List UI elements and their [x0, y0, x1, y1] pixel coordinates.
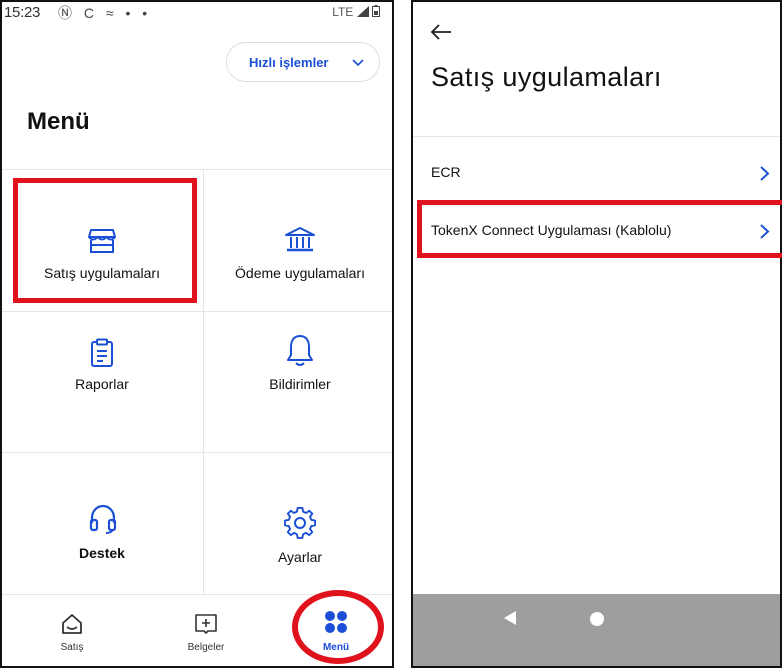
- status-network: LTE: [332, 5, 380, 19]
- gear-icon: [284, 507, 316, 539]
- divider: [413, 136, 780, 137]
- home-icon: [62, 614, 82, 634]
- system-home-icon[interactable]: [590, 612, 604, 626]
- menu-tile-notifications[interactable]: Bildirimler: [204, 312, 392, 453]
- menu-tile-settings[interactable]: Ayarlar: [204, 453, 392, 594]
- quick-actions-label: Hızlı işlemler: [249, 54, 329, 70]
- back-arrow-icon[interactable]: [429, 22, 453, 42]
- list-item-ecr[interactable]: ECR: [413, 144, 780, 202]
- menu-tile-reports[interactable]: Raporlar: [6, 312, 198, 453]
- list-item-label: ECR: [431, 164, 461, 180]
- menu-tile-label: Ödeme uygulamaları: [235, 265, 365, 281]
- highlight-box-sales-apps: [13, 178, 197, 303]
- bank-icon: [285, 227, 315, 252]
- page-title: Menü: [27, 108, 90, 135]
- status-notification-icons: Ⓝ C ≈ • •: [58, 5, 152, 21]
- menu-tile-label: Raporlar: [75, 376, 129, 392]
- menu-screen: 15:23 Ⓝ C ≈ • • LTE Hızlı işlemler Menü …: [0, 0, 394, 668]
- status-bar: 15:23 Ⓝ C ≈ • • LTE: [2, 2, 392, 26]
- page-title: Satış uygulamaları: [431, 62, 662, 92]
- chevron-right-icon: [760, 166, 770, 181]
- menu-tile-label: Ayarlar: [277, 549, 323, 565]
- signal-icon: [356, 6, 369, 17]
- nav-label: Belgeler: [187, 642, 225, 653]
- sales-apps-screen: Satış uygulamaları ECR TokenX Connect Uy…: [411, 0, 782, 668]
- menu-tile-payment-apps[interactable]: Ödeme uygulamaları: [204, 170, 392, 311]
- menu-tile-label: Bildirimler: [269, 376, 331, 392]
- nav-item-sales[interactable]: Satış: [42, 595, 102, 666]
- network-label: LTE: [332, 5, 354, 19]
- menu-tile-support[interactable]: Destek: [6, 453, 198, 594]
- highlight-circle-menu: [292, 590, 384, 664]
- document-add-icon: [195, 614, 217, 634]
- battery-icon: [372, 5, 380, 17]
- system-back-icon[interactable]: [503, 610, 517, 626]
- nav-item-documents[interactable]: Belgeler: [176, 595, 236, 666]
- highlight-box-tokenx: [417, 200, 782, 258]
- quick-actions-button[interactable]: Hızlı işlemler: [226, 42, 380, 82]
- chevron-down-icon: [352, 59, 364, 67]
- headset-icon: [89, 504, 117, 534]
- nav-label: Satış: [60, 642, 84, 653]
- system-navigation-bar: [413, 594, 780, 666]
- bell-icon: [287, 335, 313, 366]
- menu-tile-label: Destek: [79, 545, 125, 561]
- status-time: 15:23: [4, 4, 41, 21]
- clipboard-icon: [91, 338, 113, 367]
